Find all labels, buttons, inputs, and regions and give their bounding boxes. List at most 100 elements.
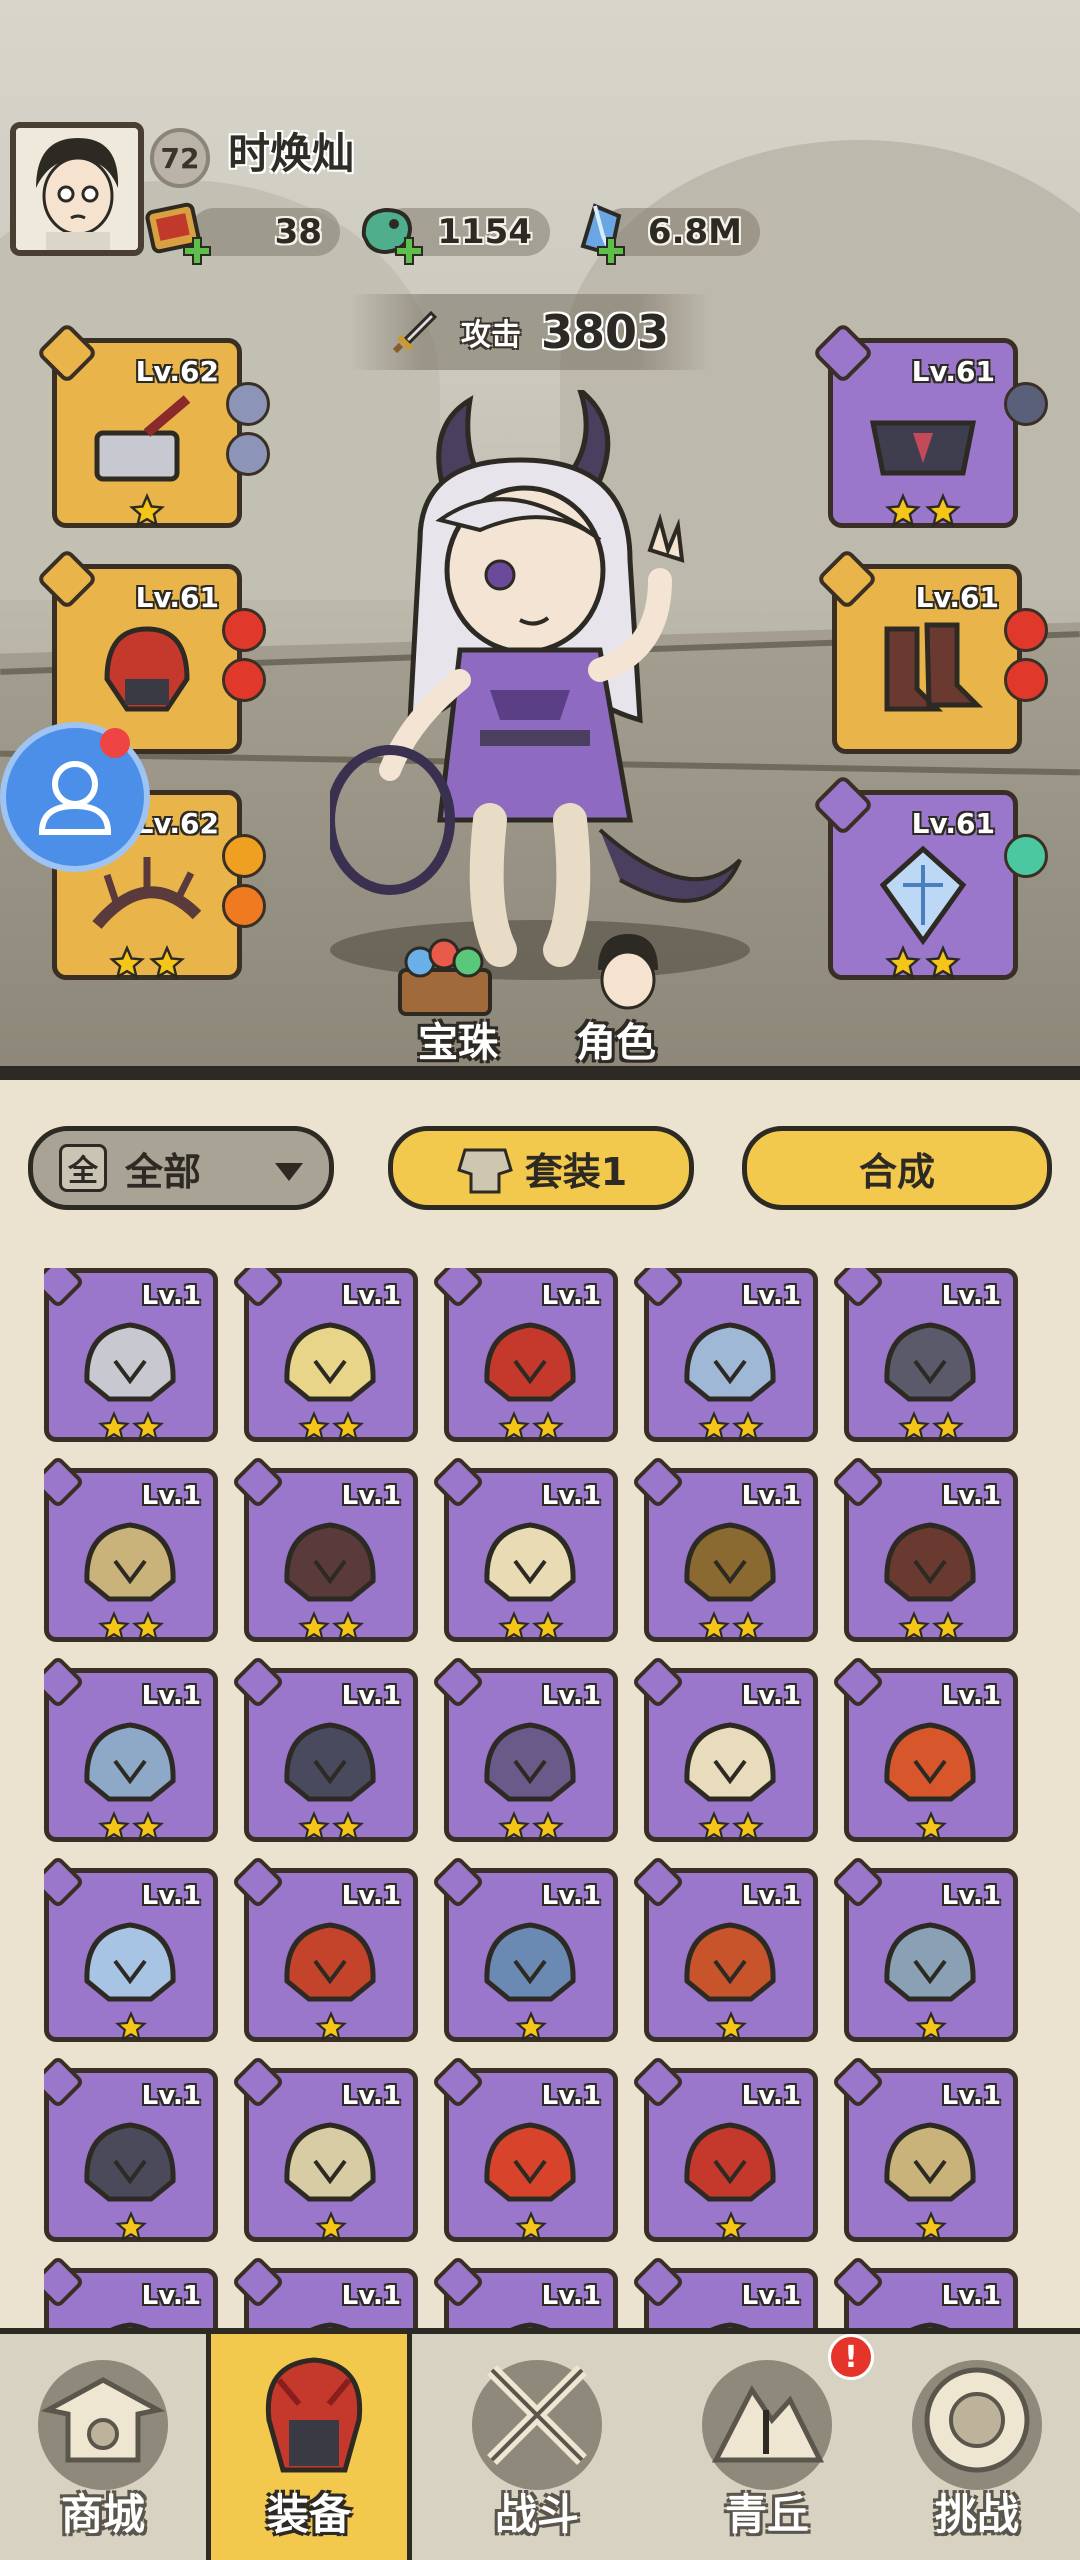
inventory-item[interactable]: Lv.1: [631, 2255, 818, 2328]
dark-belt-icon: [869, 420, 977, 476]
socket-gem-icon: [222, 884, 266, 928]
inventory-item[interactable]: Lv.1: [831, 1855, 1018, 2042]
equipment-set-button[interactable]: 套装1: [388, 1126, 694, 1210]
flame-orb-icon: [484, 2122, 576, 2202]
nav-tab-equipment[interactable]: 装备: [206, 2334, 412, 2560]
inventory-item[interactable]: Lv.1: [44, 1455, 218, 1642]
inventory-item[interactable]: Lv.1: [831, 2255, 1018, 2328]
inventory-item[interactable]: Lv.1: [431, 1855, 618, 2043]
item-stars: [249, 1811, 413, 1843]
inventory-item[interactable]: Lv.1: [431, 2055, 618, 2242]
craft-button[interactable]: 合成: [742, 1126, 1052, 1210]
item-level: Lv.1: [141, 1681, 201, 1711]
fang-necklace-icon: [684, 1722, 776, 1802]
inventory-item[interactable]: Lv.1: [831, 2055, 1018, 2242]
item-category-icon: [231, 2255, 285, 2309]
item-icon: [110, 2322, 150, 2328]
resource-value: 1154: [437, 212, 532, 252]
item-level: Lv.1: [741, 1481, 801, 1511]
nav-tab-shop[interactable]: 商城: [0, 2334, 206, 2560]
item-category-icon: [431, 1268, 485, 1309]
socket-gem-icon: [1004, 608, 1048, 652]
gems-button[interactable]: 宝珠: [418, 1010, 498, 1068]
hero-character-figure[interactable]: [330, 390, 760, 970]
item-category-icon: [231, 1855, 285, 1909]
item-level: Lv.1: [341, 1681, 401, 1711]
item-icon: [910, 2322, 950, 2328]
item-stars: [449, 2011, 613, 2043]
item-stars: [49, 1811, 213, 1843]
thorn-horn-icon: [284, 1522, 376, 1602]
inventory-item[interactable]: Lv.1: [44, 1655, 218, 1843]
add-crystal-plus-icon[interactable]: [596, 236, 626, 266]
inventory-item[interactable]: Lv.1: [431, 1655, 618, 1842]
star-icon: [932, 1611, 964, 1642]
item-category-icon: [231, 1655, 285, 1709]
item-stars: [649, 2211, 813, 2243]
inventory-item[interactable]: Lv.1: [831, 1268, 1018, 1442]
red-helmet-icon: [684, 2122, 776, 2202]
inventory-item[interactable]: Lv.1: [431, 2255, 618, 2328]
shop-pagoda-icon: [40, 2377, 166, 2463]
character-button[interactable]: 角色: [576, 1010, 656, 1068]
gems-chest-icon[interactable]: [380, 930, 510, 1020]
socket-gem-icon: [222, 658, 266, 702]
inventory-item[interactable]: Lv.1: [631, 1455, 818, 1643]
inventory-item[interactable]: Lv.1: [44, 1855, 218, 2042]
star-icon: [115, 2011, 147, 2042]
orb-pendant-icon: [484, 1722, 576, 1802]
inventory-item[interactable]: Lv.1: [631, 1855, 818, 2042]
item-level: Lv.1: [741, 1681, 801, 1711]
item-level: Lv.1: [541, 1481, 601, 1511]
star-icon: [715, 2011, 747, 2042]
inventory-item[interactable]: Lv.1: [231, 2255, 418, 2328]
star-icon: [298, 1611, 330, 1642]
inventory-item[interactable]: Lv.1: [231, 1268, 418, 1442]
equipped-slot-weapon[interactable]: Lv.62: [35, 321, 242, 528]
inventory-item[interactable]: Lv.1: [231, 1455, 418, 1642]
inventory-item[interactable]: Lv.1: [631, 2055, 818, 2243]
character-portrait-icon[interactable]: [578, 930, 678, 1020]
item-icon: [510, 2322, 550, 2328]
ice-helmet-icon: [684, 1322, 776, 1402]
item-stars: [449, 1611, 613, 1643]
socket-gem-icon: [222, 608, 266, 652]
equipped-slot-amulet[interactable]: Lv.61: [811, 773, 1018, 980]
player-avatar[interactable]: [10, 122, 144, 256]
item-category-icon: [44, 1855, 85, 1909]
inventory-item[interactable]: Lv.1: [431, 1268, 618, 1442]
inventory-item[interactable]: Lv.1: [231, 1655, 418, 1843]
red-helmet-icon: [484, 1322, 576, 1402]
item-level: Lv.1: [141, 1881, 201, 1911]
nav-tab-battle[interactable]: 战斗: [434, 2334, 640, 2560]
inventory-item[interactable]: Lv.1: [231, 1855, 418, 2042]
socket-gem-icon: [1004, 658, 1048, 702]
resource-tickets[interactable]: 38: [190, 208, 340, 256]
inventory-item[interactable]: Lv.1: [831, 1655, 1018, 1842]
star-icon: [115, 2211, 147, 2242]
nav-label: 挑战: [934, 2490, 1019, 2539]
equipped-slot-boots[interactable]: Lv.61: [815, 547, 1022, 754]
inventory-item[interactable]: Lv.1: [44, 2255, 218, 2328]
inventory-item[interactable]: Lv.1: [231, 2055, 418, 2242]
add-jade-plus-icon[interactable]: [394, 236, 424, 266]
inventory-item[interactable]: Lv.1: [44, 1268, 218, 1442]
item-stars: [649, 1611, 813, 1643]
item-level: Lv.1: [741, 2081, 801, 2111]
socket-gem-icon: [222, 834, 266, 878]
inventory-item[interactable]: Lv.1: [44, 2055, 218, 2242]
item-category-icon: [631, 1655, 685, 1709]
item-stars: [649, 1411, 813, 1443]
inventory-item[interactable]: Lv.1: [631, 1268, 818, 1443]
star-icon: [149, 945, 185, 980]
filter-dropdown[interactable]: 全 全部: [28, 1126, 334, 1210]
nav-tab-challenge[interactable]: 挑战: [874, 2334, 1080, 2560]
equipped-slot-belt[interactable]: Lv.61: [811, 321, 1018, 528]
star-icon: [298, 1811, 330, 1842]
inventory-item[interactable]: Lv.1: [631, 1655, 818, 1842]
item-category-icon: [431, 1455, 485, 1509]
add-tickets-plus-icon[interactable]: [182, 236, 212, 266]
inventory-item[interactable]: Lv.1: [431, 1455, 618, 1643]
inventory-item[interactable]: Lv.1: [831, 1455, 1018, 1642]
slot-level: Lv.61: [135, 581, 219, 614]
